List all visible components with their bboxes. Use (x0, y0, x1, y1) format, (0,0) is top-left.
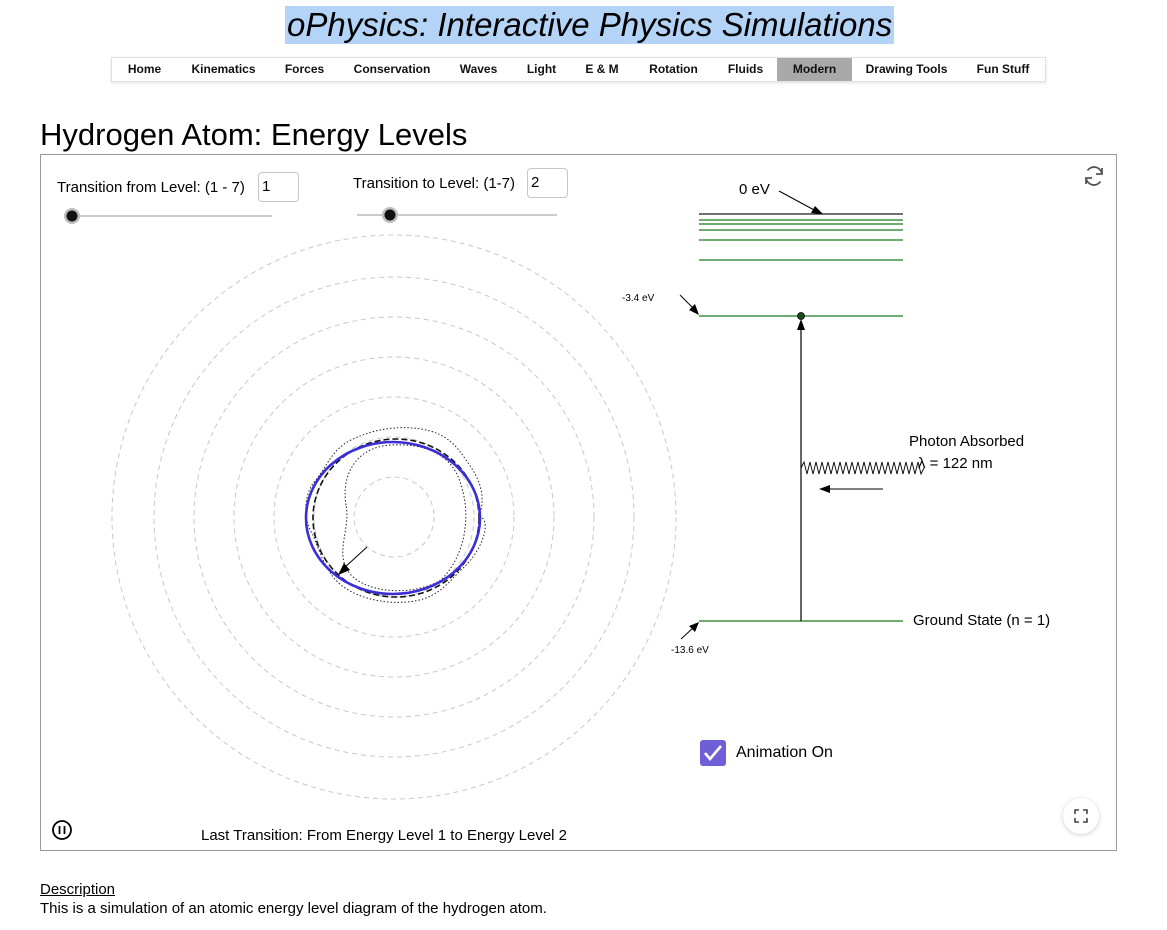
last-transition-text: Last Transition: From Energy Level 1 to … (201, 827, 568, 844)
orbit-ring-3 (273, 396, 515, 638)
reset-button[interactable] (1082, 164, 1106, 188)
nav-item-kinematics[interactable]: Kinematics (177, 58, 270, 81)
level2-energy-label: -3.4 eV (622, 293, 655, 304)
standing-wave-dotted (305, 427, 486, 603)
from-level-slider[interactable] (64, 208, 272, 224)
fullscreen-button[interactable] (1063, 798, 1099, 834)
to-level-input[interactable]: 2 (527, 168, 568, 198)
refresh-icon (1085, 166, 1103, 186)
animation-label: Animation On (736, 744, 833, 761)
nav-item-fun-stuff[interactable]: Fun Stuff (961, 58, 1045, 81)
nav-item-drawing-tools[interactable]: Drawing Tools (852, 58, 961, 81)
main-nav: Home Kinematics Forces Conservation Wave… (111, 57, 1046, 82)
pause-icon (52, 820, 72, 840)
simulation-canvas: 0 eV -3.4 eV -13.6 eV Ground State (n = … (64, 181, 1050, 800)
nav-item-em[interactable]: E & M (571, 58, 633, 81)
to-level-slider[interactable] (357, 207, 557, 223)
level2-pointer (679, 294, 699, 315)
site-title: oPhysics: Interactive Physics Simulation… (285, 6, 895, 44)
nav-item-home[interactable]: Home (112, 58, 177, 81)
wavelength-label: λ = 122 nm (918, 455, 993, 472)
standing-wave-dotted-2 (342, 444, 467, 592)
description-text: This is a simulation of an atomic energy… (40, 900, 547, 917)
from-level-input[interactable]: 1 (258, 172, 299, 202)
zero-ev-pointer (778, 190, 823, 214)
electron-orbit (304, 440, 482, 596)
zero-ev-label: 0 eV (739, 181, 770, 198)
radius-arrow (338, 546, 368, 575)
animation-checkbox[interactable] (700, 740, 726, 766)
checkmark-icon (704, 745, 722, 762)
orbit-rings (111, 234, 677, 800)
pause-button[interactable] (51, 819, 73, 841)
photon-direction-arrow (819, 485, 883, 493)
description-heading: Description (40, 881, 116, 898)
nav-item-conservation[interactable]: Conservation (339, 58, 445, 81)
orbit-ring-6 (153, 276, 635, 758)
orbit-ring-5 (193, 316, 595, 718)
nav-item-modern[interactable]: Modern (777, 58, 852, 81)
orbit-ring-4 (233, 356, 555, 678)
transition-arrow (797, 312, 805, 621)
simulation-frame: 0 eV -3.4 eV -13.6 eV Ground State (n = … (40, 154, 1117, 851)
photon-label: Photon Absorbed (909, 433, 1024, 450)
to-level-label: Transition to Level: (1-7) (353, 175, 516, 192)
orbit-ring-7 (111, 234, 677, 800)
nav-item-rotation[interactable]: Rotation (633, 58, 714, 81)
nav-item-fluids[interactable]: Fluids (714, 58, 777, 81)
ground-pointer (680, 622, 699, 640)
orbit-ring-1 (353, 476, 435, 558)
nav-item-forces[interactable]: Forces (270, 58, 339, 81)
fullscreen-icon (1074, 809, 1088, 823)
ground-energy-label: -13.6 eV (671, 645, 709, 656)
nav-item-light[interactable]: Light (512, 58, 571, 81)
page-title: Hydrogen Atom: Energy Levels (40, 117, 468, 152)
photon-wave (800, 460, 925, 476)
ground-state-label: Ground State (n = 1) (913, 612, 1050, 629)
from-level-label: Transition from Level: (1 - 7) (57, 179, 245, 196)
nav-item-waves[interactable]: Waves (445, 58, 512, 81)
